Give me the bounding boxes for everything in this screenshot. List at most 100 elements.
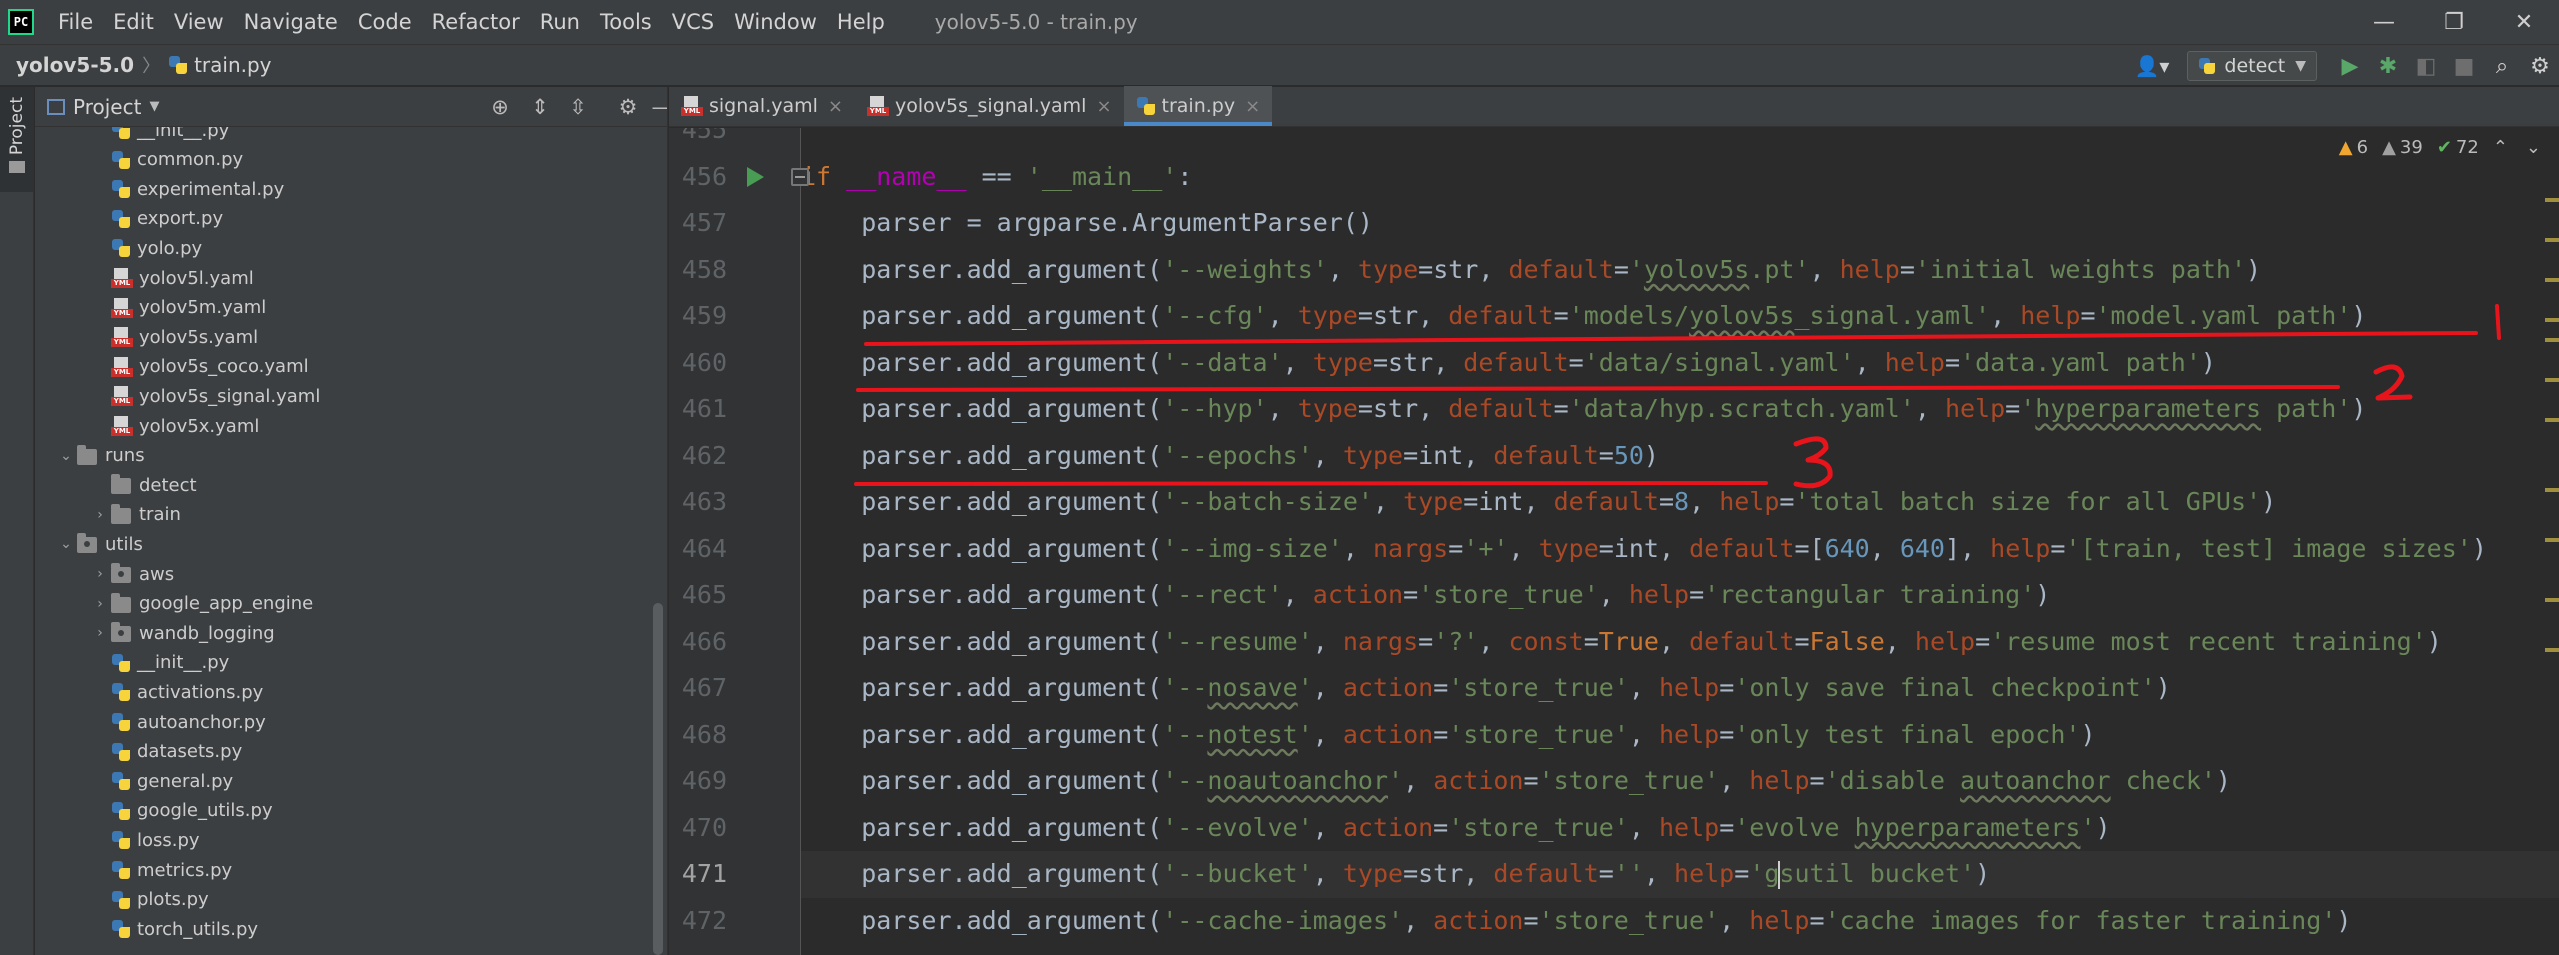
menu-window[interactable]: Window — [724, 0, 827, 44]
tree-item[interactable]: export.py — [35, 204, 650, 234]
menu-help[interactable]: Help — [827, 0, 895, 44]
error-stripe-marker[interactable] — [2545, 598, 2559, 602]
inspection-widget[interactable]: ▲ 6 ▲ 39 ✔ 72 ⌃ ⌄ — [2338, 128, 2541, 166]
tree-item[interactable]: autoanchor.py — [35, 707, 650, 737]
collapse-all-icon[interactable]: ⇳ — [561, 87, 595, 127]
editor-tab[interactable]: yolov5s_signal.yaml × — [855, 86, 1124, 126]
menu-file[interactable]: File — [48, 0, 103, 44]
error-stripe-marker[interactable] — [2545, 488, 2559, 492]
debug-icon[interactable]: ✱ — [2369, 47, 2407, 85]
error-stripe-marker[interactable] — [2545, 238, 2559, 242]
scrollbar-thumb[interactable] — [653, 603, 663, 955]
error-stripe-marker[interactable] — [2545, 338, 2559, 342]
hide-panel-icon[interactable]: — — [645, 87, 668, 127]
error-stripe-marker[interactable] — [2545, 378, 2559, 382]
tree-item[interactable]: __init__.py — [35, 648, 650, 678]
code-line[interactable]: parser.add_argument('--cfg', type=str, d… — [801, 293, 2559, 340]
close-icon[interactable]: ✕ — [2489, 0, 2559, 44]
error-stripe-marker[interactable] — [2545, 538, 2559, 542]
editor-tab[interactable]: train.py × — [1123, 86, 1273, 126]
tree-item[interactable]: detect — [35, 470, 650, 500]
tab-close-icon[interactable]: × — [1096, 96, 1111, 117]
error-stripe-marker[interactable] — [2545, 198, 2559, 202]
tree-item[interactable]: plots.py — [35, 885, 650, 915]
tree-item[interactable]: general.py — [35, 766, 650, 796]
tree-item[interactable]: common.py — [35, 145, 650, 175]
tree-item[interactable]: metrics.py — [35, 855, 650, 885]
code-line[interactable]: parser = argparse.ArgumentParser() — [801, 200, 2559, 247]
code-line[interactable]: if __name__ == '__main__': — [801, 154, 2559, 201]
menu-refactor[interactable]: Refactor — [422, 0, 530, 44]
expand-all-icon[interactable]: ⇕ — [523, 87, 557, 127]
code-area[interactable]: 455 456 457 458 459 460 461 462 463 464 465 466 467 4… — [669, 128, 2559, 955]
tree-item[interactable]: › wandb_logging — [35, 618, 650, 648]
tree-item[interactable]: loss.py — [35, 825, 650, 855]
menu-view[interactable]: View — [164, 0, 234, 44]
code-line[interactable]: parser.add_argument('--batch-size', type… — [801, 479, 2559, 526]
next-problem-icon[interactable]: ⌄ — [2526, 137, 2541, 158]
user-account-icon[interactable]: 👤▾ — [2134, 54, 2169, 78]
run-gutter-icon[interactable] — [747, 166, 764, 187]
chevron-right-icon[interactable]: › — [89, 625, 111, 641]
search-icon[interactable]: ⌕ — [2483, 47, 2521, 85]
breadcrumb-project[interactable]: yolov5-5.0 — [16, 53, 134, 77]
code-line[interactable]: parser.add_argument('--weights', type=st… — [801, 247, 2559, 294]
tree-item[interactable]: yolov5s.yaml — [35, 322, 650, 352]
code-line[interactable]: parser.add_argument('--img-size', nargs=… — [801, 526, 2559, 573]
tree-item[interactable]: google_utils.py — [35, 796, 650, 826]
chevron-right-icon[interactable]: › — [89, 596, 111, 612]
menu-navigate[interactable]: Navigate — [234, 0, 348, 44]
tree-item[interactable]: yolo.py — [35, 233, 650, 263]
run-icon[interactable]: ▶ — [2331, 47, 2369, 85]
error-stripe-marker[interactable] — [2545, 318, 2559, 322]
tree-item[interactable]: yolov5s_coco.yaml — [35, 352, 650, 382]
chevron-down-icon[interactable]: ⌄ — [55, 536, 77, 552]
menu-edit[interactable]: Edit — [103, 0, 164, 44]
tree-item[interactable]: › aws — [35, 559, 650, 589]
menu-run[interactable]: Run — [530, 0, 590, 44]
breadcrumb-file[interactable]: train.py — [168, 53, 272, 77]
tree-item[interactable]: yolov5l.yaml — [35, 263, 650, 293]
previous-problem-icon[interactable]: ⌃ — [2493, 137, 2508, 158]
menu-tools[interactable]: Tools — [590, 0, 662, 44]
settings-gear-icon[interactable]: ⚙ — [2521, 47, 2559, 85]
line-number-gutter[interactable]: 455 456 457 458 459 460 461 462 463 464 465 466 467 4… — [669, 128, 800, 955]
coverage-icon[interactable]: ◧ — [2407, 47, 2445, 85]
code-line[interactable]: parser.add_argument('--notest', action='… — [801, 712, 2559, 759]
error-stripe-marker[interactable] — [2545, 418, 2559, 422]
menu-vcs[interactable]: VCS — [662, 0, 724, 44]
stop-icon[interactable]: ■ — [2445, 47, 2483, 85]
locate-file-icon[interactable]: ⊕ — [483, 87, 517, 127]
project-tool-tab[interactable]: Project — [0, 87, 34, 192]
chevron-right-icon[interactable]: › — [89, 507, 111, 523]
panel-settings-gear-icon[interactable]: ⚙ — [611, 87, 645, 127]
tree-item[interactable]: activations.py — [35, 677, 650, 707]
error-stripe-marker[interactable] — [2545, 648, 2559, 652]
code-line[interactable]: parser.add_argument('--nosave', action='… — [801, 665, 2559, 712]
code-line[interactable]: parser.add_argument('--rect', action='st… — [801, 572, 2559, 619]
tree-item[interactable]: __init__.py — [35, 127, 650, 145]
run-configuration-select[interactable]: detect ▼ — [2187, 51, 2317, 81]
editor-tab[interactable]: signal.yaml × — [669, 86, 855, 126]
code-line[interactable]: parser.add_argument('--resume', nargs='?… — [801, 619, 2559, 666]
code-line[interactable]: parser.add_argument('--noautoanchor', ac… — [801, 758, 2559, 805]
code-line[interactable]: parser.add_argument('--cache-images', ac… — [801, 898, 2559, 945]
fold-icon[interactable] — [791, 167, 809, 186]
tree-item[interactable]: ⌄ runs — [35, 441, 650, 471]
chevron-down-icon[interactable]: ⌄ — [55, 448, 77, 464]
tree-item[interactable]: datasets.py — [35, 737, 650, 767]
minimize-icon[interactable]: — — [2349, 0, 2419, 44]
tree-item[interactable]: experimental.py — [35, 174, 650, 204]
error-stripe-marker[interactable] — [2545, 278, 2559, 282]
tab-close-icon[interactable]: × — [828, 96, 843, 117]
code-line[interactable]: parser.add_argument('--evolve', action='… — [801, 805, 2559, 852]
tree-item[interactable]: yolov5s_signal.yaml — [35, 381, 650, 411]
chevron-down-icon[interactable]: ▼ — [149, 99, 159, 114]
tree-item[interactable]: ⌄ utils — [35, 529, 650, 559]
tree-item[interactable]: yolov5m.yaml — [35, 293, 650, 323]
maximize-icon[interactable]: ❐ — [2419, 0, 2489, 44]
menu-code[interactable]: Code — [348, 0, 422, 44]
code-line[interactable]: parser.add_argument('--data', type=str, … — [801, 340, 2559, 387]
tree-item[interactable]: torch_utils.py — [35, 914, 650, 944]
tree-item[interactable]: › train — [35, 500, 650, 530]
